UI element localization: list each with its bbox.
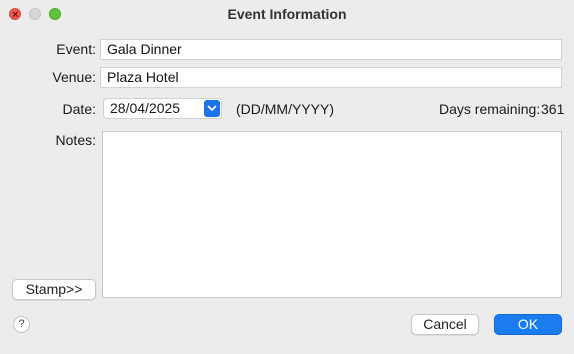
help-icon[interactable]: ? xyxy=(13,316,30,333)
venue-field[interactable]: Plaza Hotel xyxy=(100,67,562,88)
close-window-button[interactable] xyxy=(9,1,21,29)
date-dropdown-button[interactable] xyxy=(204,100,220,117)
chevron-down-icon xyxy=(207,105,217,111)
notes-textarea[interactable] xyxy=(102,131,562,298)
days-remaining-label: Days remaining: xyxy=(439,101,541,117)
notes-label: Notes: xyxy=(55,132,96,148)
cancel-button[interactable]: Cancel xyxy=(411,314,479,335)
window-title: Event Information xyxy=(227,6,347,22)
date-picker[interactable]: 28/04/2025 xyxy=(103,98,222,119)
stamp-button[interactable]: Stamp>> xyxy=(12,279,96,300)
maximize-window-button[interactable] xyxy=(49,8,61,20)
event-information-window: Event Information Event: Gala Dinner Ven… xyxy=(0,0,574,354)
date-label: Date: xyxy=(62,101,96,117)
minimize-window-button[interactable] xyxy=(29,8,41,20)
event-label: Event: xyxy=(56,41,96,57)
event-field[interactable]: Gala Dinner xyxy=(100,39,562,60)
days-remaining-value: 361 xyxy=(541,101,565,117)
date-value[interactable]: 28/04/2025 xyxy=(110,100,180,116)
ok-button[interactable]: OK xyxy=(494,314,562,335)
venue-label: Venue: xyxy=(52,69,96,85)
title-bar[interactable]: Event Information xyxy=(0,0,574,29)
date-format-hint: (DD/MM/YYYY) xyxy=(236,101,334,117)
